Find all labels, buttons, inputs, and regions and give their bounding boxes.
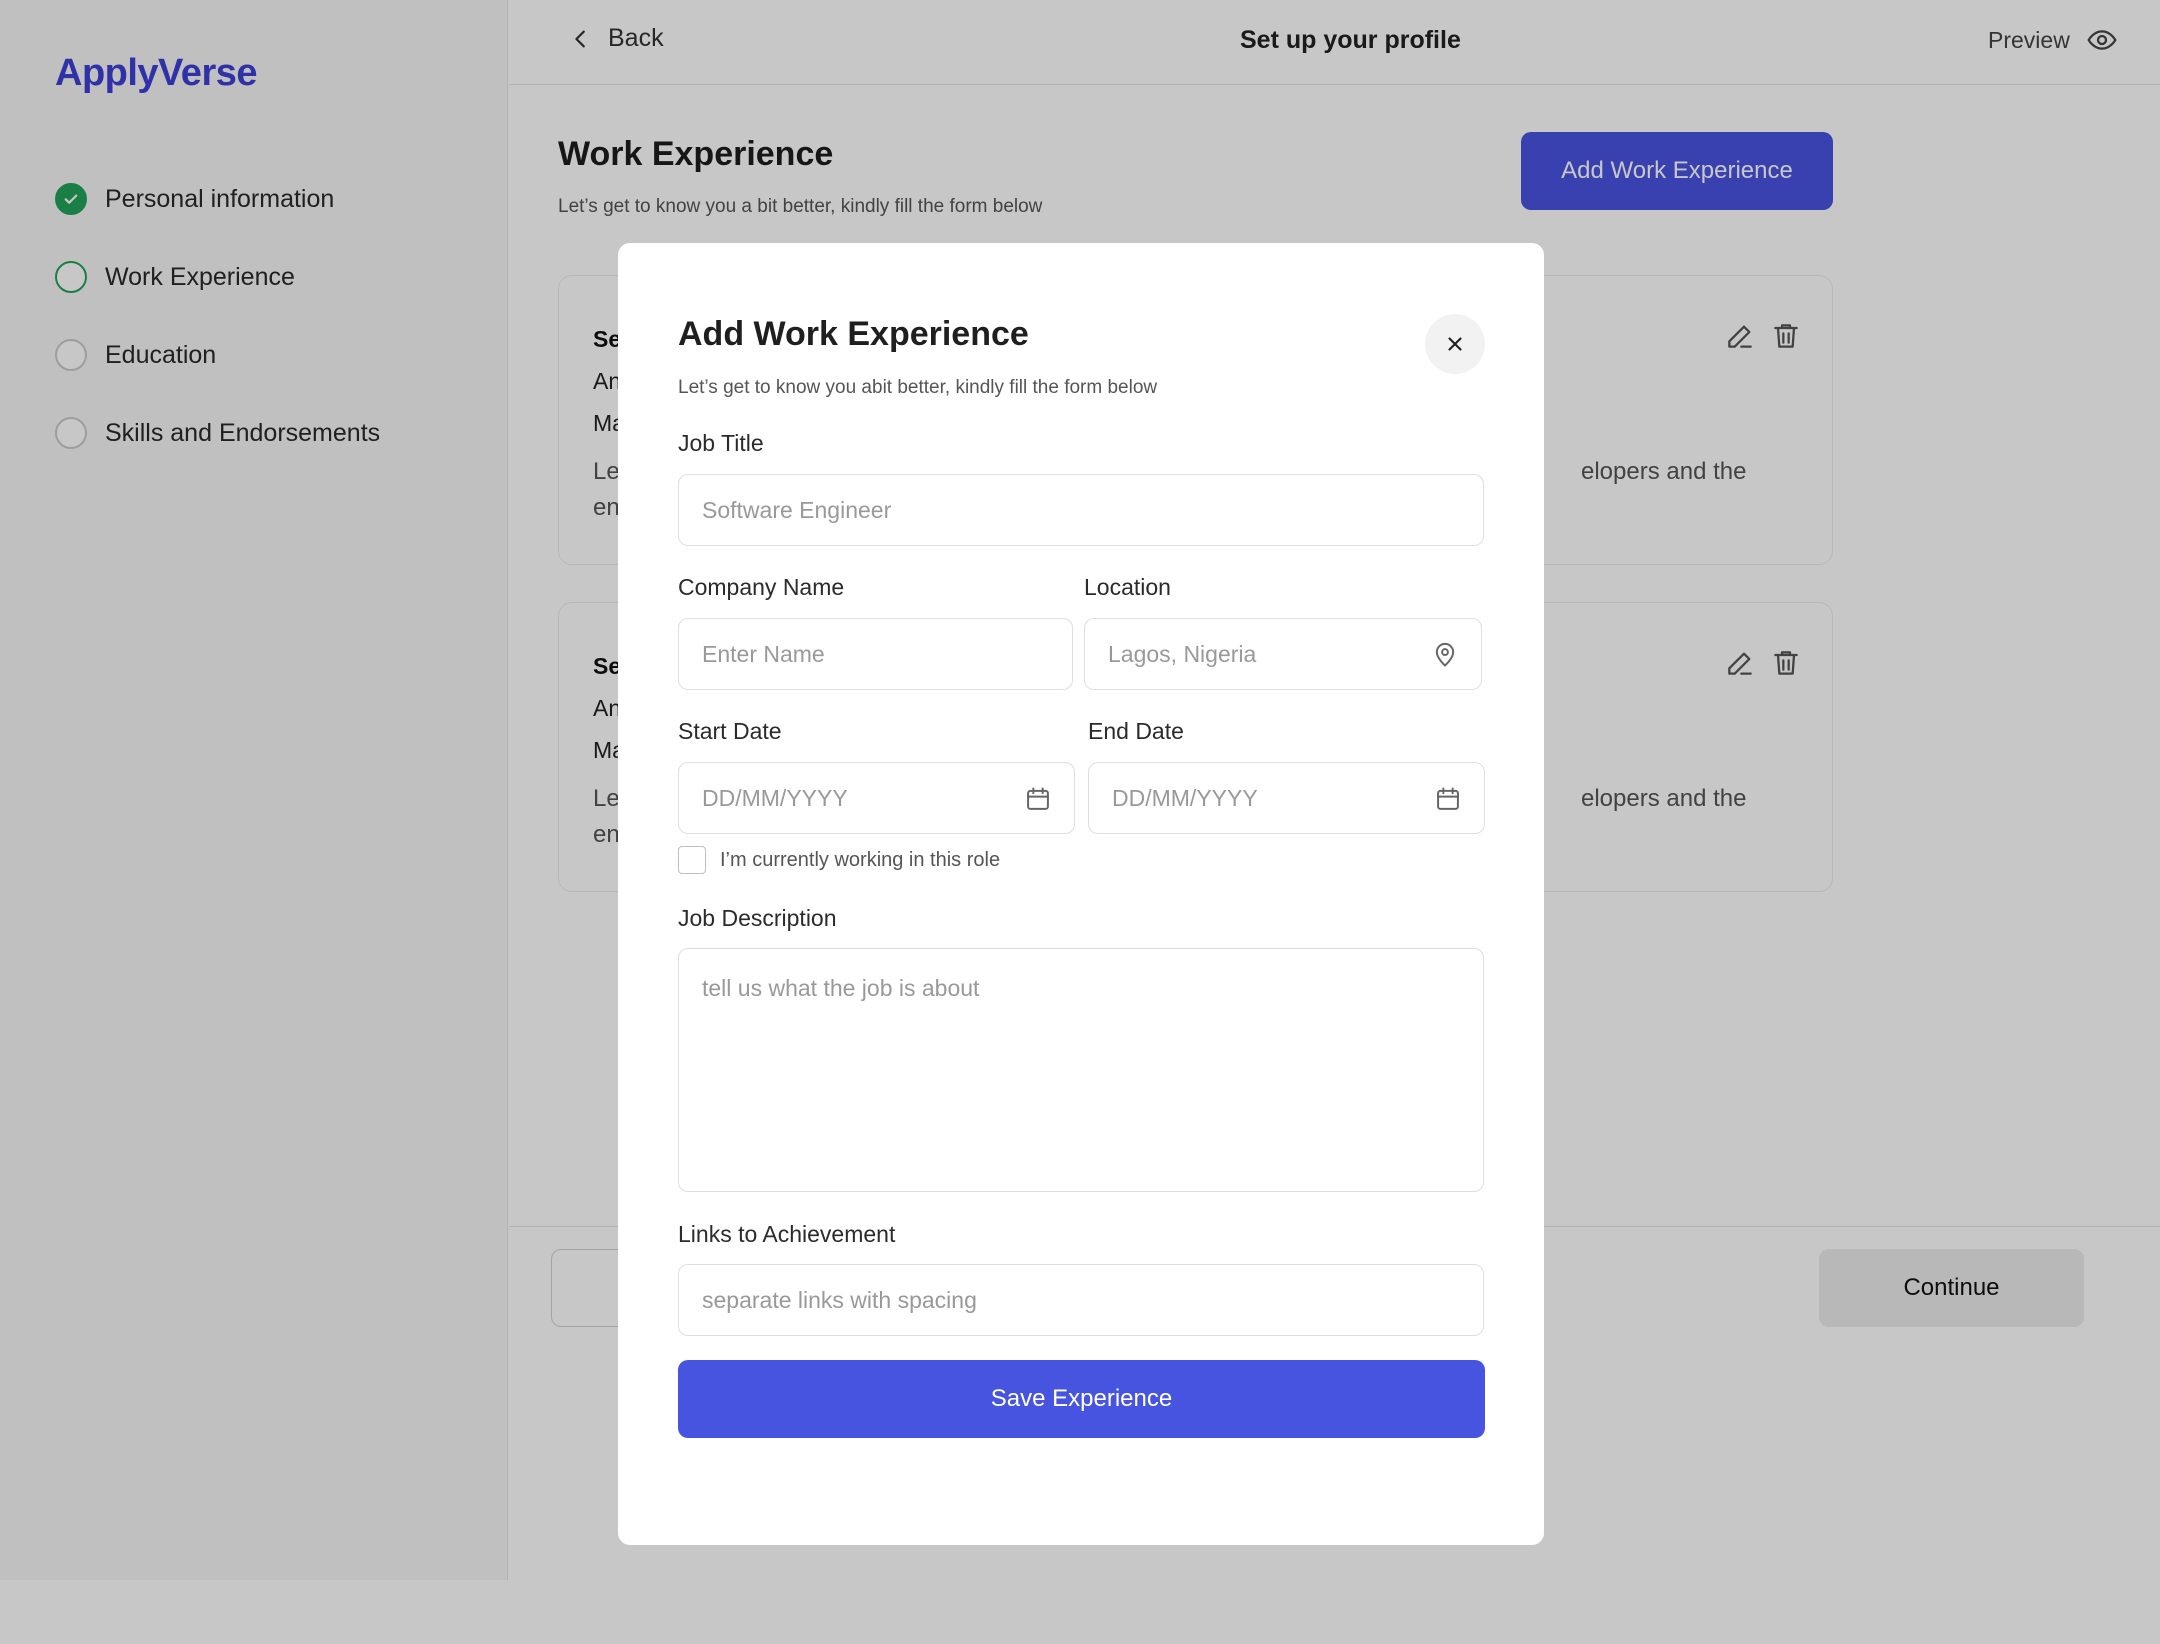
add-work-experience-modal: Add Work Experience Let’s get to know yo…: [618, 243, 1544, 1545]
current-role-label: I’m currently working in this role: [720, 848, 1001, 871]
job-title-input[interactable]: [702, 496, 1460, 524]
calendar-icon[interactable]: [1434, 785, 1462, 813]
location-field: [1084, 618, 1482, 690]
start-date-input[interactable]: [702, 784, 1010, 812]
close-icon: [1448, 337, 1462, 351]
end-date-input[interactable]: [1112, 784, 1420, 812]
current-role-checkbox[interactable]: [678, 846, 706, 874]
calendar-icon[interactable]: [1024, 785, 1052, 813]
end-date-field: [1088, 762, 1485, 834]
links-field: [678, 1264, 1484, 1336]
location-label: Location: [1084, 574, 1171, 600]
company-name-input[interactable]: [702, 640, 1049, 668]
job-description-label: Job Description: [678, 905, 837, 931]
location-input[interactable]: [1108, 640, 1417, 668]
current-role-row[interactable]: I’m currently working in this role: [678, 846, 1000, 874]
save-experience-button[interactable]: Save Experience: [678, 1360, 1485, 1438]
modal-subtitle: Let’s get to know you abit better, kindl…: [678, 377, 1158, 398]
map-pin-icon: [1435, 643, 1455, 667]
job-title-field: [678, 474, 1484, 546]
links-label: Links to Achievement: [678, 1221, 896, 1247]
job-title-label: Job Title: [678, 430, 764, 456]
start-date-label: Start Date: [678, 718, 782, 744]
company-name-field: [678, 618, 1073, 690]
start-date-field: [678, 762, 1075, 834]
end-date-label: End Date: [1088, 718, 1184, 744]
company-name-label: Company Name: [678, 574, 845, 600]
modal-title: Add Work Experience: [678, 315, 1029, 353]
links-input[interactable]: [702, 1286, 1460, 1314]
close-button[interactable]: [1425, 314, 1485, 374]
job-description-input[interactable]: [678, 948, 1484, 1192]
